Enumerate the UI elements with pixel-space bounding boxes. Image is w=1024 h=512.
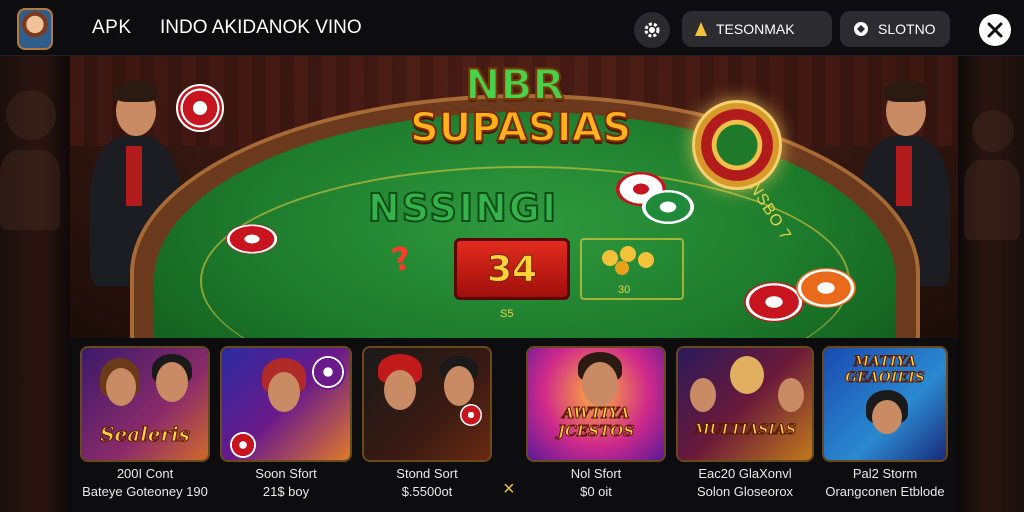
logo-line-2: SUPASIAS [409,105,632,151]
close-icon [987,22,1003,38]
game-card-title: AWTIYA JCESTOS [557,404,635,441]
bet-box-label: 30 [618,284,631,296]
wallet-button[interactable]: TESONMAK [682,11,832,47]
chip-red[interactable] [176,84,224,132]
game-subcaption: Solon Gloseorox [696,484,794,499]
game-caption: Pal2 Storm [852,466,918,481]
settings-button[interactable] [634,12,670,48]
warning-icon [695,22,707,36]
game-card[interactable]: MATIYA GEAOIEIS [822,346,948,462]
game-card[interactable] [220,346,352,462]
felt-title: NSSINGI [367,185,559,231]
game-caption: Nol Sfort [570,466,622,481]
chip-red[interactable] [226,224,278,254]
logo-line-1: NBR [464,60,566,109]
left-backdrop [0,0,70,512]
game-logo: NBR SUPASIAS [409,60,632,164]
top-bar: APK INDO AKIDANOK VINO TESONMAK SLOTNO [0,0,1024,56]
game-subcaption: Bateye Goteoney 190 [82,484,208,499]
game-subcaption: 21$ boy [262,484,310,499]
coins-icon [602,246,654,275]
score-box[interactable]: 34 [454,238,570,300]
right-backdrop [958,0,1024,512]
gear-icon [644,22,660,38]
slot-label: SLOTNO [878,21,936,37]
refresh-icon [854,22,868,36]
apk-label[interactable]: APK [92,17,132,39]
game-caption: 200I Cont [116,466,174,481]
game-subcaption: $.5500ot [401,484,453,499]
game-card[interactable]: Sealeris [80,346,210,462]
game-list: Sealeris AWTIYA JCESTOS MULTIASIAS MATIY… [70,338,958,512]
game-caption: Soon Sfort [255,466,317,481]
roulette-chip[interactable] [692,100,782,190]
game-card-title: Sealeris [100,422,191,447]
game-caption: Eac20 GlaXonvl [698,466,792,481]
slot-button[interactable]: SLOTNO [840,11,950,47]
chip-orange[interactable] [796,268,856,308]
avatar[interactable] [17,8,53,50]
chip-red[interactable] [744,282,804,322]
game-card-title: MATIYA GEAOIEIS [845,354,926,387]
close-button[interactable] [979,14,1011,46]
divider-mark: × [503,478,515,500]
game-caption: Stond Sort [396,466,458,481]
game-card-title: MULTIASIAS [694,422,797,439]
wallet-label: TESONMAK [716,21,795,37]
hero-banner[interactable]: NBR SUPASIAS NSSINGI ? 34 30 S5 NSBO 7 [70,56,958,338]
game-subcaption: Orangconen Etblode [825,484,945,499]
game-subcaption: $0 oit [580,484,612,499]
game-card[interactable]: MULTIASIAS [676,346,814,462]
game-card[interactable]: AWTIYA JCESTOS [526,346,666,462]
chip-green[interactable] [642,190,694,224]
brand-title: INDO AKIDANOK VINO [160,17,362,38]
felt-small-label: S5 [500,308,514,320]
game-card[interactable] [362,346,492,462]
